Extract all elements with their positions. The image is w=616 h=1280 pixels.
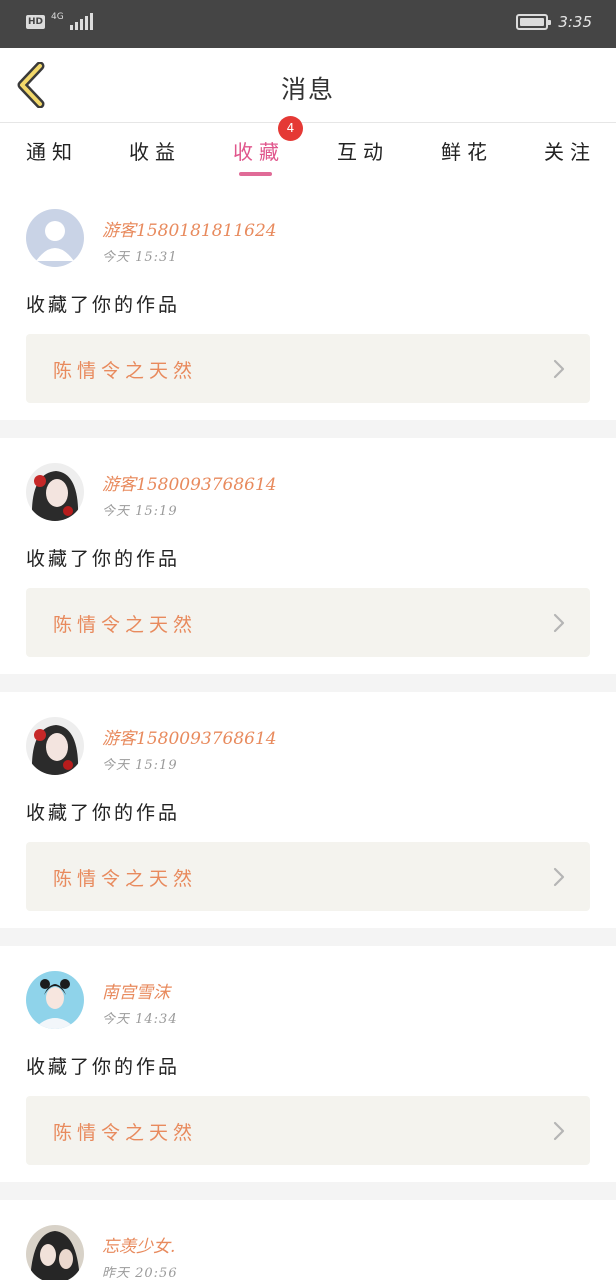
battery-icon (516, 14, 552, 30)
username[interactable]: 忘羡少女. (102, 1232, 175, 1257)
username[interactable]: 南宫雪沫 (102, 978, 170, 1003)
list-item: 南宫雪沫 今天 14:34 收藏了你的作品 陈情令之天然 (0, 946, 616, 1182)
status-bar: HD 4G 3:35 (0, 0, 616, 48)
timestamp: 今天 14:34 (102, 1012, 178, 1027)
chevron-right-icon (553, 867, 565, 887)
work-title: 陈情令之天然 (53, 1122, 198, 1144)
work-link[interactable]: 陈情令之天然 (26, 1096, 590, 1165)
action-text: 收藏了你的作品 (26, 1056, 181, 1078)
tab-favorites[interactable]: 收藏 (233, 136, 285, 165)
signal-icon (69, 13, 93, 30)
tab-notifications[interactable]: 通知 (26, 136, 78, 165)
list-item: 游客1580093768614 今天 15:19 收藏了你的作品 陈情令之天然 (0, 692, 616, 928)
favorites-feed: 游客1580181811624 今天 15:31 收藏了你的作品 陈情令之天然 … (0, 184, 616, 1280)
status-right: 3:35 (516, 13, 592, 31)
list-item: 游客1580181811624 今天 15:31 收藏了你的作品 陈情令之天然 (0, 184, 616, 420)
work-link[interactable]: 陈情令之天然 (26, 842, 590, 911)
divider (0, 928, 616, 946)
network-label: 4G (51, 12, 64, 22)
action-text: 收藏了你的作品 (26, 548, 181, 570)
favorites-count-badge: 4 (278, 116, 303, 141)
tab-following[interactable]: 关注 (544, 136, 596, 165)
work-title: 陈情令之天然 (53, 360, 198, 382)
work-link[interactable]: 陈情令之天然 (26, 334, 590, 403)
chevron-right-icon (553, 359, 565, 379)
list-item: 忘羡少女. 昨天 20:56 (0, 1200, 616, 1280)
timestamp: 今天 15:19 (102, 758, 178, 773)
action-text: 收藏了你的作品 (26, 802, 181, 824)
header: 消息 (0, 48, 616, 123)
username[interactable]: 游客1580181811624 (102, 216, 277, 241)
default-avatar-icon[interactable] (26, 209, 84, 267)
divider (0, 674, 616, 692)
tab-active-indicator (239, 172, 272, 176)
user-avatar[interactable] (26, 717, 84, 775)
work-title: 陈情令之天然 (53, 868, 198, 890)
divider (0, 1182, 616, 1200)
timestamp: 今天 15:31 (102, 250, 178, 265)
work-link[interactable]: 陈情令之天然 (26, 588, 590, 657)
chevron-right-icon (553, 1121, 565, 1141)
user-avatar[interactable] (26, 463, 84, 521)
tab-flowers[interactable]: 鲜花 (441, 136, 493, 165)
action-text: 收藏了你的作品 (26, 294, 181, 316)
hd-badge: HD (26, 15, 46, 29)
status-time: 3:35 (558, 13, 592, 31)
user-avatar[interactable] (26, 971, 84, 1029)
timestamp: 今天 15:19 (102, 504, 178, 519)
divider (0, 420, 616, 438)
list-item: 游客1580093768614 今天 15:19 收藏了你的作品 陈情令之天然 (0, 438, 616, 674)
tab-interactions[interactable]: 互动 (337, 136, 389, 165)
chevron-right-icon (553, 613, 565, 633)
user-avatar[interactable] (26, 1225, 84, 1280)
work-title: 陈情令之天然 (53, 614, 198, 636)
tab-earnings[interactable]: 收益 (129, 136, 181, 165)
page-title: 消息 (280, 75, 335, 104)
username[interactable]: 游客1580093768614 (102, 724, 277, 749)
username[interactable]: 游客1580093768614 (102, 470, 277, 495)
timestamp: 昨天 20:56 (102, 1266, 178, 1280)
tab-bar: 通知 收益 收藏 互动 鲜花 关注 (0, 124, 616, 182)
status-left: HD 4G (26, 12, 93, 30)
